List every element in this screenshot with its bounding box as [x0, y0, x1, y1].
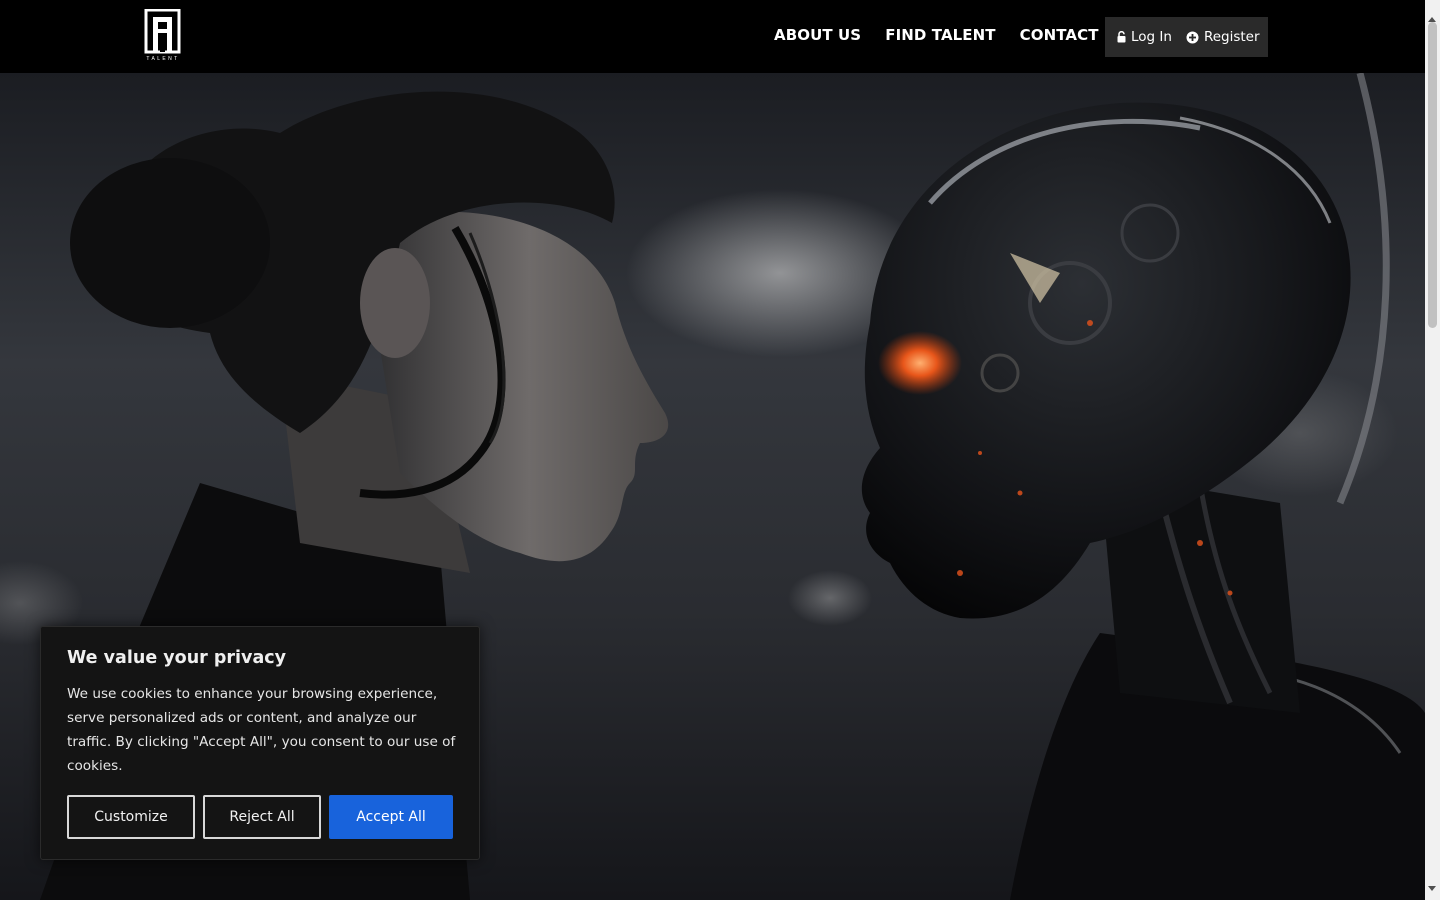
lock-icon: [1117, 31, 1126, 43]
customize-button[interactable]: Customize: [67, 795, 195, 839]
cookie-consent-banner: We value your privacy We use cookies to …: [40, 626, 480, 860]
login-label: Log In: [1131, 29, 1172, 45]
auth-box: Log In Register: [1105, 17, 1268, 57]
login-button[interactable]: Log In: [1117, 29, 1172, 45]
main-nav: ABOUT US FIND TALENT CONTACT US: [774, 26, 1127, 44]
cookie-title: We value your privacy: [67, 648, 287, 668]
plus-circle-icon: [1186, 31, 1199, 43]
reject-all-button[interactable]: Reject All: [203, 795, 321, 839]
nav-find-talent[interactable]: FIND TALENT: [885, 26, 995, 44]
register-label: Register: [1203, 29, 1260, 45]
logo-mark-icon: [144, 9, 181, 54]
logo-text: TALENT: [146, 56, 180, 62]
cookie-actions: Customize Reject All Accept All: [67, 795, 453, 839]
site-header: TALENT ABOUT US FIND TALENT CONTACT US L…: [0, 0, 1425, 73]
scroll-thumb[interactable]: [1428, 22, 1437, 328]
page-scrollbar[interactable]: [1425, 0, 1440, 900]
nav-about-us[interactable]: ABOUT US: [774, 26, 861, 44]
cookie-body: We use cookies to enhance your browsing …: [67, 686, 456, 774]
site-logo[interactable]: TALENT: [141, 9, 185, 65]
register-button[interactable]: Register: [1186, 29, 1260, 45]
scroll-down-arrow-icon[interactable]: [1428, 886, 1436, 891]
accept-all-button[interactable]: Accept All: [329, 795, 453, 839]
